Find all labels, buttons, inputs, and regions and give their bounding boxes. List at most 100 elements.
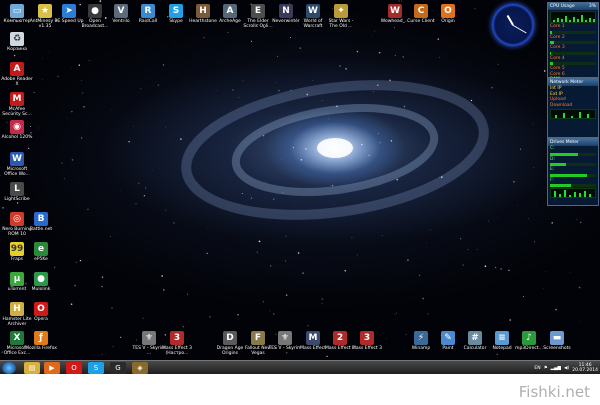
star <box>339 65 341 67</box>
utorrent-icon: µ <box>10 272 24 286</box>
star <box>142 317 144 319</box>
network-row: Download <box>550 102 573 108</box>
desktop-icon-screenshots[interactable]: ▬ Screenshots <box>540 331 574 351</box>
obs-icon: ● <box>88 4 102 18</box>
app-icon[interactable]: ◈ <box>132 362 148 374</box>
star <box>87 208 89 210</box>
star <box>536 204 537 205</box>
drives-graph <box>550 188 596 198</box>
desktop-icon-adobe-reader[interactable]: A Adobe Reader X <box>0 62 34 87</box>
start-button[interactable] <box>2 362 16 374</box>
mcafee-icon: M <box>10 92 24 106</box>
star <box>286 294 288 296</box>
galaxy-wallpaper <box>0 0 596 360</box>
opera-icon[interactable]: O <box>66 362 82 374</box>
star <box>275 82 276 84</box>
star <box>403 105 406 108</box>
app-icon[interactable]: G <box>110 362 126 374</box>
drives-gadget[interactable]: Drives Meter C: D: E: F: <box>547 138 599 206</box>
star <box>326 355 328 358</box>
media-player-icon[interactable]: ▶ <box>44 362 60 374</box>
cpu-gadget[interactable]: CPU Usage 3% Core 1 Core 2 Core 3 Core 4 … <box>547 2 599 82</box>
explorer-icon[interactable]: ▤ <box>24 362 40 374</box>
star <box>128 141 130 143</box>
star <box>175 44 177 45</box>
star <box>470 99 473 102</box>
drive-bar <box>550 163 596 166</box>
star <box>293 201 295 203</box>
wowhead-icon: W <box>388 4 402 18</box>
desktop-icon-epsxe[interactable]: e eP5Ke <box>24 242 58 262</box>
star <box>488 220 490 222</box>
desktop-icon-origin[interactable]: O Origin <box>431 4 465 24</box>
hearthstone-icon: H <box>196 4 210 18</box>
star <box>162 64 165 66</box>
cpu-core-row: Core 1 <box>550 24 565 29</box>
star <box>305 148 307 150</box>
star <box>67 117 68 119</box>
star <box>345 68 347 70</box>
network-icon[interactable]: ▂▄▆ <box>551 366 561 371</box>
cpu-core-row: Core 3 <box>550 45 565 50</box>
star <box>74 284 76 287</box>
star <box>395 312 397 314</box>
star <box>101 354 103 356</box>
star <box>242 79 244 81</box>
star <box>71 111 73 113</box>
desktop-icon-firefox[interactable]: ƒ Mozilla Firefox <box>24 331 58 351</box>
desktop-icon-recycle-bin[interactable]: ♻ Корзина <box>0 32 34 52</box>
star <box>532 123 534 125</box>
star <box>182 326 184 328</box>
star <box>2 207 4 209</box>
fallout-icon: F <box>251 331 265 345</box>
star <box>422 297 425 300</box>
cpu-core-row: Core 2 <box>550 34 565 40</box>
desktop-icon-alcohol[interactable]: ◉ Alcohol 120% <box>0 120 34 140</box>
elder-scrolls-icon: E <box>251 4 265 18</box>
star <box>278 89 280 92</box>
desktop-icon-opera[interactable]: O Opera <box>24 302 58 322</box>
star <box>302 272 304 274</box>
wow-icon: W <box>306 4 320 18</box>
star <box>165 210 167 211</box>
app-icon: ● <box>34 272 48 286</box>
star <box>99 0 102 2</box>
language-indicator[interactable]: EN <box>534 366 540 371</box>
star <box>79 259 82 262</box>
star <box>327 118 329 120</box>
desktop-icon-mulolink[interactable]: ● Mulolink <box>24 272 58 292</box>
desktop-icon-battlenet[interactable]: B Battle.net <box>24 212 58 232</box>
star <box>321 298 324 300</box>
network-gadget[interactable]: Network Meter Int IP Ext IP Upload Downl… <box>547 78 599 138</box>
desktop-icon-mass-effect-3[interactable]: 3 Mass Effect 3 <box>350 331 384 351</box>
flag-icon[interactable]: ⚑ <box>544 366 548 371</box>
watermark: Fishki.net <box>518 383 590 401</box>
star <box>385 337 387 339</box>
desktop-icon-word[interactable]: W Microsoft Office Wo... <box>0 152 34 177</box>
skype-icon[interactable]: S <box>88 362 104 374</box>
cpu-gadget-header: CPU Usage 3% <box>548 3 598 10</box>
star <box>528 46 529 47</box>
star <box>491 86 493 89</box>
desktop-icon-swtor[interactable]: ✦ Star Wars - The Old ... <box>324 4 358 29</box>
star <box>120 336 122 339</box>
taskbar-clock[interactable]: 11:46 20.07.2014 <box>572 363 598 373</box>
star <box>351 158 352 160</box>
desktop-icon-mcafee[interactable]: M McAfee Security Sc... <box>0 92 34 117</box>
star <box>206 226 208 228</box>
star <box>356 50 359 53</box>
clock-gadget[interactable] <box>492 4 534 46</box>
desktop-icon-lightscribe[interactable]: L LightScribe <box>0 182 34 202</box>
volume-icon[interactable]: ◀) <box>564 366 569 371</box>
star <box>232 89 234 91</box>
star <box>109 236 111 238</box>
star <box>365 138 367 139</box>
star <box>292 147 294 149</box>
star <box>70 303 73 305</box>
drive-row: C: <box>550 146 555 151</box>
recycle-bin-icon: ♻ <box>10 32 24 46</box>
desktop-icon-mass-effect-3-config[interactable]: 3 Mass Effect 3 (Настро... <box>160 331 194 356</box>
adobe-reader-icon: A <box>10 62 24 76</box>
mass-effect-icon: 2 <box>333 331 347 345</box>
star <box>45 39 47 40</box>
